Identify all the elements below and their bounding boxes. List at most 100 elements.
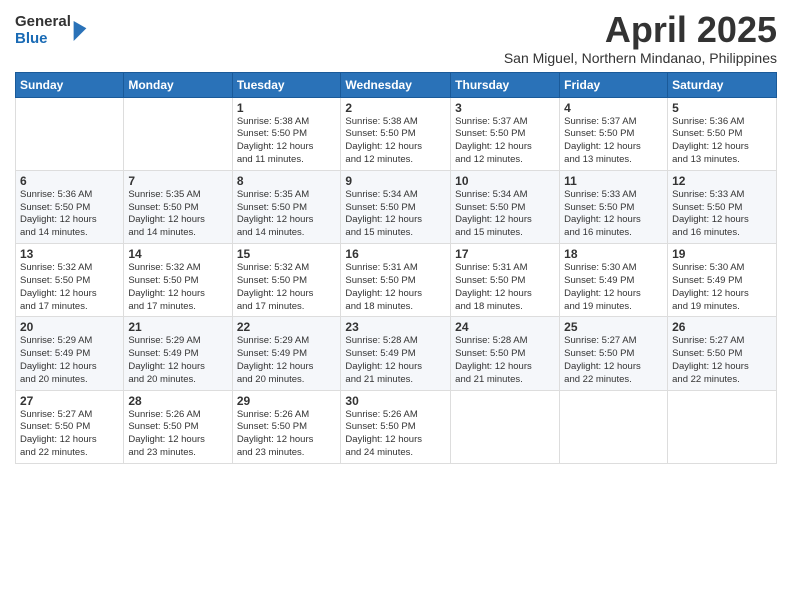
day-number: 17 [455, 247, 555, 261]
table-row: 10Sunrise: 5:34 AM Sunset: 5:50 PM Dayli… [451, 170, 560, 243]
day-info: Sunrise: 5:27 AM Sunset: 5:50 PM Dayligh… [20, 409, 119, 460]
day-number: 10 [455, 174, 555, 188]
day-number: 3 [455, 101, 555, 115]
table-row: 11Sunrise: 5:33 AM Sunset: 5:50 PM Dayli… [560, 170, 668, 243]
header-wednesday: Wednesday [341, 72, 451, 97]
day-info: Sunrise: 5:26 AM Sunset: 5:50 PM Dayligh… [128, 409, 227, 460]
table-row: 6Sunrise: 5:36 AM Sunset: 5:50 PM Daylig… [16, 170, 124, 243]
day-info: Sunrise: 5:36 AM Sunset: 5:50 PM Dayligh… [20, 189, 119, 240]
logo-general: General [15, 14, 71, 31]
table-row [451, 390, 560, 463]
table-row: 29Sunrise: 5:26 AM Sunset: 5:50 PM Dayli… [232, 390, 341, 463]
table-row [16, 97, 124, 170]
day-number: 12 [672, 174, 772, 188]
table-row: 20Sunrise: 5:29 AM Sunset: 5:49 PM Dayli… [16, 317, 124, 390]
day-info: Sunrise: 5:34 AM Sunset: 5:50 PM Dayligh… [345, 189, 446, 240]
page: General Blue April 2025 San Miguel, Nort… [0, 0, 792, 612]
day-info: Sunrise: 5:30 AM Sunset: 5:49 PM Dayligh… [672, 262, 772, 313]
calendar-week-row: 20Sunrise: 5:29 AM Sunset: 5:49 PM Dayli… [16, 317, 777, 390]
table-row: 16Sunrise: 5:31 AM Sunset: 5:50 PM Dayli… [341, 244, 451, 317]
day-number: 11 [564, 174, 663, 188]
day-info: Sunrise: 5:26 AM Sunset: 5:50 PM Dayligh… [237, 409, 337, 460]
day-info: Sunrise: 5:32 AM Sunset: 5:50 PM Dayligh… [128, 262, 227, 313]
header-friday: Friday [560, 72, 668, 97]
day-number: 8 [237, 174, 337, 188]
day-info: Sunrise: 5:27 AM Sunset: 5:50 PM Dayligh… [672, 335, 772, 386]
table-row: 23Sunrise: 5:28 AM Sunset: 5:49 PM Dayli… [341, 317, 451, 390]
table-row: 12Sunrise: 5:33 AM Sunset: 5:50 PM Dayli… [668, 170, 777, 243]
table-row [560, 390, 668, 463]
day-number: 22 [237, 320, 337, 334]
header-monday: Monday [124, 72, 232, 97]
day-number: 26 [672, 320, 772, 334]
month-title: April 2025 [504, 10, 777, 50]
day-info: Sunrise: 5:26 AM Sunset: 5:50 PM Dayligh… [345, 409, 446, 460]
day-info: Sunrise: 5:30 AM Sunset: 5:49 PM Dayligh… [564, 262, 663, 313]
day-number: 1 [237, 101, 337, 115]
day-number: 16 [345, 247, 446, 261]
day-info: Sunrise: 5:29 AM Sunset: 5:49 PM Dayligh… [20, 335, 119, 386]
day-number: 13 [20, 247, 119, 261]
table-row: 7Sunrise: 5:35 AM Sunset: 5:50 PM Daylig… [124, 170, 232, 243]
day-number: 27 [20, 394, 119, 408]
day-info: Sunrise: 5:38 AM Sunset: 5:50 PM Dayligh… [345, 116, 446, 167]
table-row: 9Sunrise: 5:34 AM Sunset: 5:50 PM Daylig… [341, 170, 451, 243]
day-info: Sunrise: 5:31 AM Sunset: 5:50 PM Dayligh… [455, 262, 555, 313]
subtitle: San Miguel, Northern Mindanao, Philippin… [504, 50, 777, 66]
table-row: 27Sunrise: 5:27 AM Sunset: 5:50 PM Dayli… [16, 390, 124, 463]
day-info: Sunrise: 5:29 AM Sunset: 5:49 PM Dayligh… [128, 335, 227, 386]
header-thursday: Thursday [451, 72, 560, 97]
day-number: 14 [128, 247, 227, 261]
table-row: 18Sunrise: 5:30 AM Sunset: 5:49 PM Dayli… [560, 244, 668, 317]
calendar-week-row: 1Sunrise: 5:38 AM Sunset: 5:50 PM Daylig… [16, 97, 777, 170]
header-sunday: Sunday [16, 72, 124, 97]
day-number: 7 [128, 174, 227, 188]
table-row: 15Sunrise: 5:32 AM Sunset: 5:50 PM Dayli… [232, 244, 341, 317]
table-row: 30Sunrise: 5:26 AM Sunset: 5:50 PM Dayli… [341, 390, 451, 463]
day-info: Sunrise: 5:37 AM Sunset: 5:50 PM Dayligh… [564, 116, 663, 167]
table-row: 17Sunrise: 5:31 AM Sunset: 5:50 PM Dayli… [451, 244, 560, 317]
table-row: 26Sunrise: 5:27 AM Sunset: 5:50 PM Dayli… [668, 317, 777, 390]
day-info: Sunrise: 5:29 AM Sunset: 5:49 PM Dayligh… [237, 335, 337, 386]
header-tuesday: Tuesday [232, 72, 341, 97]
day-number: 25 [564, 320, 663, 334]
header-saturday: Saturday [668, 72, 777, 97]
table-row: 14Sunrise: 5:32 AM Sunset: 5:50 PM Dayli… [124, 244, 232, 317]
day-info: Sunrise: 5:34 AM Sunset: 5:50 PM Dayligh… [455, 189, 555, 240]
day-info: Sunrise: 5:31 AM Sunset: 5:50 PM Dayligh… [345, 262, 446, 313]
day-number: 20 [20, 320, 119, 334]
table-row: 4Sunrise: 5:37 AM Sunset: 5:50 PM Daylig… [560, 97, 668, 170]
day-number: 5 [672, 101, 772, 115]
day-info: Sunrise: 5:33 AM Sunset: 5:50 PM Dayligh… [672, 189, 772, 240]
day-number: 28 [128, 394, 227, 408]
table-row: 24Sunrise: 5:28 AM Sunset: 5:50 PM Dayli… [451, 317, 560, 390]
table-row: 13Sunrise: 5:32 AM Sunset: 5:50 PM Dayli… [16, 244, 124, 317]
table-row: 25Sunrise: 5:27 AM Sunset: 5:50 PM Dayli… [560, 317, 668, 390]
header: General Blue April 2025 San Miguel, Nort… [15, 10, 777, 66]
table-row: 22Sunrise: 5:29 AM Sunset: 5:49 PM Dayli… [232, 317, 341, 390]
day-info: Sunrise: 5:32 AM Sunset: 5:50 PM Dayligh… [20, 262, 119, 313]
day-info: Sunrise: 5:35 AM Sunset: 5:50 PM Dayligh… [128, 189, 227, 240]
logo-icon [73, 21, 87, 41]
day-info: Sunrise: 5:28 AM Sunset: 5:49 PM Dayligh… [345, 335, 446, 386]
day-number: 15 [237, 247, 337, 261]
day-info: Sunrise: 5:37 AM Sunset: 5:50 PM Dayligh… [455, 116, 555, 167]
day-info: Sunrise: 5:33 AM Sunset: 5:50 PM Dayligh… [564, 189, 663, 240]
table-row: 2Sunrise: 5:38 AM Sunset: 5:50 PM Daylig… [341, 97, 451, 170]
table-row: 3Sunrise: 5:37 AM Sunset: 5:50 PM Daylig… [451, 97, 560, 170]
day-info: Sunrise: 5:38 AM Sunset: 5:50 PM Dayligh… [237, 116, 337, 167]
day-number: 6 [20, 174, 119, 188]
day-number: 24 [455, 320, 555, 334]
day-number: 9 [345, 174, 446, 188]
day-number: 29 [237, 394, 337, 408]
weekday-header-row: Sunday Monday Tuesday Wednesday Thursday… [16, 72, 777, 97]
calendar-week-row: 6Sunrise: 5:36 AM Sunset: 5:50 PM Daylig… [16, 170, 777, 243]
day-number: 4 [564, 101, 663, 115]
table-row: 21Sunrise: 5:29 AM Sunset: 5:49 PM Dayli… [124, 317, 232, 390]
day-number: 19 [672, 247, 772, 261]
day-number: 30 [345, 394, 446, 408]
table-row: 28Sunrise: 5:26 AM Sunset: 5:50 PM Dayli… [124, 390, 232, 463]
table-row: 5Sunrise: 5:36 AM Sunset: 5:50 PM Daylig… [668, 97, 777, 170]
title-block: April 2025 San Miguel, Northern Mindanao… [504, 10, 777, 66]
table-row [124, 97, 232, 170]
